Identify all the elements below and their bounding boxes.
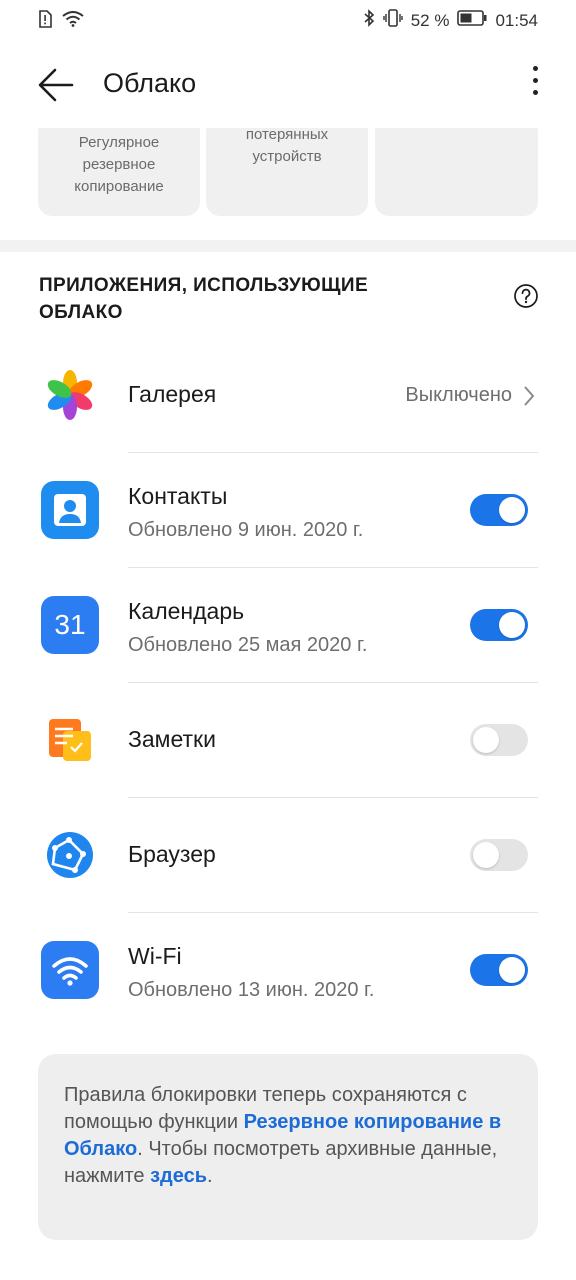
feature-card-backup[interactable]: Регулярное резервное копирование: [38, 128, 200, 216]
app-row-calendar[interactable]: 31 Календарь Обновлено 25 мая 2020 г.: [0, 568, 576, 683]
vibrate-icon: [383, 9, 403, 32]
app-updated: Обновлено 13 июн. 2020 г.: [128, 979, 375, 1001]
arrow-left-icon: [38, 68, 74, 102]
here-link[interactable]: здесь: [150, 1165, 207, 1187]
gallery-status: Выключено: [405, 384, 512, 406]
app-name: Браузер: [128, 841, 216, 867]
app-updated: Обновлено 25 мая 2020 г.: [128, 634, 368, 656]
browser-icon: [41, 826, 99, 884]
status-left: [38, 10, 84, 33]
notes-toggle[interactable]: [470, 724, 528, 756]
calendar-icon: 31: [41, 596, 99, 654]
bluetooth-icon: [363, 9, 375, 32]
app-name: Заметки: [128, 726, 216, 752]
app-name: Wi-Fi: [128, 943, 182, 969]
sim-alert-icon: [38, 10, 52, 33]
app-row-contacts[interactable]: Контакты Обновлено 9 июн. 2020 г.: [0, 453, 576, 568]
wifi-status-icon: [62, 11, 84, 32]
chevron-right-icon: [522, 385, 536, 407]
app-row-browser[interactable]: Браузер: [0, 798, 576, 913]
app-row-gallery[interactable]: Галерея Выключено: [0, 338, 576, 453]
more-vert-icon: [532, 66, 538, 71]
feature-cards: Регулярное резервное копирование потерян…: [0, 128, 576, 240]
app-name: Контакты: [128, 483, 228, 509]
calendar-day: 31: [54, 609, 86, 640]
notice-text-part: .: [207, 1165, 213, 1187]
feature-card-find-device[interactable]: потерянных устройств: [206, 128, 368, 216]
help-icon[interactable]: [514, 284, 538, 308]
calendar-toggle[interactable]: [470, 609, 528, 641]
app-name: Галерея: [128, 381, 217, 407]
wifi-icon: [41, 941, 99, 999]
app-bar: Облако: [0, 40, 576, 128]
contacts-icon: [41, 481, 99, 539]
feature-card-third[interactable]: [375, 128, 538, 216]
notice-text: Правила блокировки теперь сохраняются с …: [64, 1082, 519, 1190]
app-name: Календарь: [128, 598, 245, 624]
feature-card-label: потерянных устройств: [245, 128, 329, 165]
app-row-notes[interactable]: Заметки: [0, 683, 576, 798]
wifi-toggle[interactable]: [470, 954, 528, 986]
clock: 01:54: [495, 10, 538, 30]
gallery-icon: [41, 366, 99, 424]
notes-icon: [41, 711, 99, 769]
section-title: ПРИЛОЖЕНИЯ, ИСПОЛЬЗУЮЩИЕ ОБЛАКО: [39, 275, 369, 323]
page-title: Облако: [103, 68, 197, 98]
apps-panel: ПРИЛОЖЕНИЯ, ИСПОЛЬЗУЮЩИЕ ОБЛАКО Галерея …: [0, 252, 576, 1280]
feature-card-label: Регулярное резервное копирование: [74, 134, 164, 195]
status-right: 52 % 01:54: [363, 9, 538, 32]
browser-toggle[interactable]: [470, 839, 528, 871]
more-options-button[interactable]: [530, 66, 540, 102]
status-bar: 52 % 01:54: [0, 0, 576, 40]
contacts-toggle[interactable]: [470, 494, 528, 526]
battery-icon: [457, 10, 487, 31]
back-button[interactable]: [38, 68, 78, 102]
info-notice: Правила блокировки теперь сохраняются с …: [38, 1054, 538, 1240]
battery-percent: 52 %: [410, 10, 450, 30]
app-updated: Обновлено 9 июн. 2020 г.: [128, 519, 364, 541]
app-row-wifi[interactable]: Wi-Fi Обновлено 13 июн. 2020 г.: [0, 913, 576, 1028]
